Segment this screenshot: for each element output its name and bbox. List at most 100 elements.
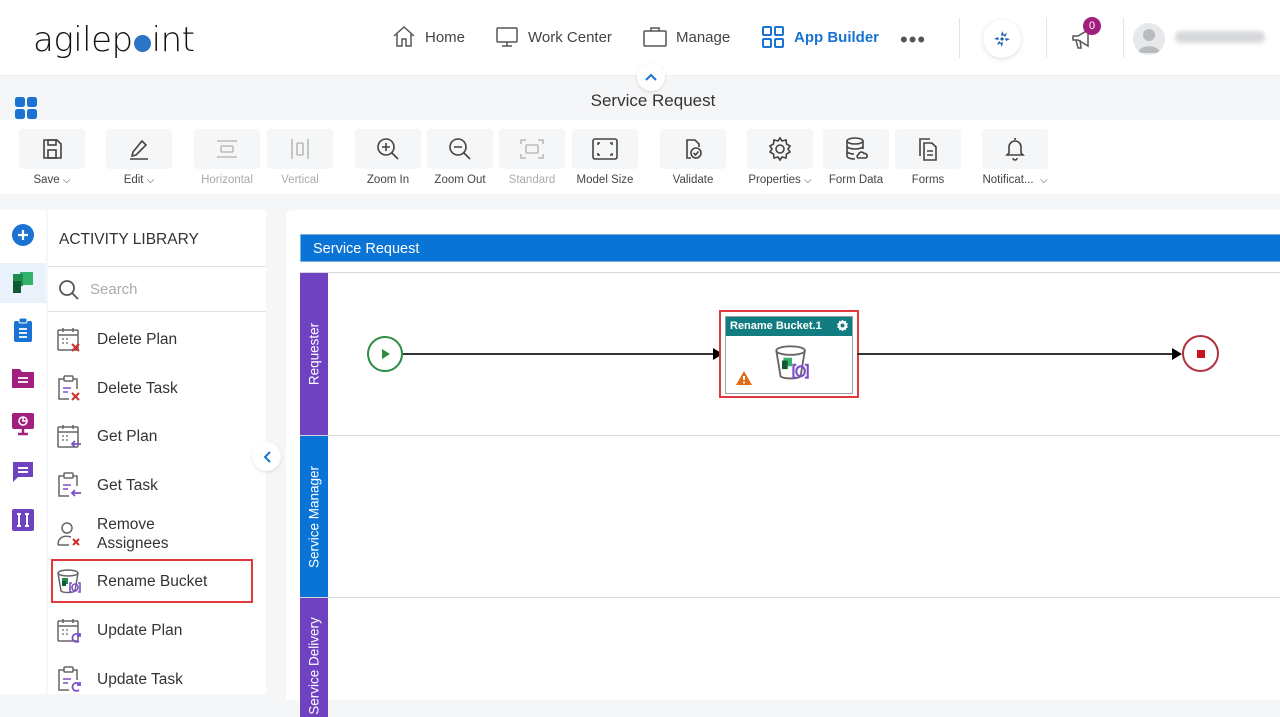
designer-toolbar: Save ⌵ Edit ⌵ Horizontal Vertical Zoom I… [0,120,1280,194]
notifications-button[interactable]: Notificat... ⌵ [982,129,1048,186]
lane-label-service-delivery[interactable]: Service Delivery [300,598,328,717]
rail-tasks[interactable] [0,310,46,350]
lane-label-text: Service Delivery [306,617,322,715]
rail-planner[interactable] [0,263,46,303]
library-item-update-plan[interactable]: Update Plan [53,614,251,646]
ai-assistant-button[interactable] [983,20,1021,58]
divider [48,266,266,267]
update-task-icon [58,666,81,692]
folder-icon [12,369,34,388]
forms-button[interactable]: Forms [895,129,961,186]
rail-messages[interactable] [0,452,46,492]
standard-button[interactable]: Standard [499,129,565,186]
library-item-remove-assignees[interactable]: Remove Assignees [53,515,251,553]
form-data-label: Form Data [828,174,884,186]
library-item-get-task[interactable]: Get Task [53,469,251,501]
chat-icon [13,462,33,482]
user-icon [1138,29,1160,53]
search-icon [59,279,79,300]
briefcase-icon [643,27,667,47]
activity-rename-bucket[interactable]: Rename Bucket.1 [719,310,859,398]
rail-integrations[interactable] [0,500,46,540]
horizontal-icon [217,140,237,158]
zoom-in-button[interactable]: Zoom In [355,129,421,186]
rename-bucket-activity-icon [775,345,809,380]
properties-button[interactable]: Properties ⌵ [747,129,813,186]
standard-icon [520,139,544,159]
zoom-out-button[interactable]: Zoom Out [427,129,493,186]
bell-icon [1005,138,1025,161]
save-button[interactable]: Save ⌵ [19,129,85,186]
library-search-input[interactable] [90,281,240,298]
rail-add[interactable] [0,215,46,255]
library-item-get-plan[interactable]: Get Plan [53,420,251,452]
library-item-rename-bucket[interactable]: Rename Bucket [51,559,253,603]
nav-work-center[interactable]: Work Center [494,24,612,50]
get-task-icon [58,472,81,497]
library-item-delete-task[interactable]: Delete Task [53,372,251,404]
nav-home[interactable]: Home [391,24,465,50]
warning-icon[interactable] [735,370,753,386]
lane-label-service-manager[interactable]: Service Manager [300,436,328,597]
lane-label-requester[interactable]: Requester [300,273,328,435]
library-item-label: Rename Bucket [97,572,208,590]
logo-text-end: int [151,20,195,60]
library-item-label: Get Plan [97,427,158,445]
top-navigation-bar: agilep int Home Work Center Manage App Bu… [0,0,1280,76]
gear-icon [768,136,792,162]
model-size-button[interactable]: Model Size [572,129,638,186]
collapse-library-button[interactable] [252,442,281,471]
start-event[interactable] [367,336,403,372]
nav-app-builder[interactable]: App Builder [760,24,879,50]
edit-button[interactable]: Edit ⌵ [106,129,172,186]
user-name-blurred[interactable] [1175,31,1265,43]
library-item-label: Get Task [97,476,158,494]
library-item-delete-plan[interactable]: Delete Plan [53,323,251,355]
sequence-flow[interactable] [403,353,715,355]
lane-service-delivery[interactable]: Service Delivery [300,597,1280,717]
delete-plan-icon [57,328,80,352]
horizontal-button[interactable]: Horizontal [194,129,260,186]
save-icon [43,139,62,159]
arrowhead-icon [1172,348,1182,360]
chevron-left-icon [263,450,271,463]
activity-settings-icon[interactable] [836,319,849,332]
divider [959,18,960,58]
vertical-button[interactable]: Vertical [267,129,333,186]
properties-label: Properties [748,174,801,186]
activity-category-rail [0,210,46,694]
validate-icon [686,139,702,159]
agilepoint-logo[interactable]: agilep int [33,20,195,60]
rail-documents[interactable] [0,358,46,398]
validate-label: Validate [672,174,714,186]
clipboard-icon [14,317,32,342]
get-plan-icon [57,425,81,448]
zoom-out-label: Zoom Out [434,174,486,186]
nav-manage-label: Manage [676,28,731,46]
database-icon [846,137,868,160]
lane-service-manager[interactable]: Service Manager [300,435,1280,597]
zoom-out-icon [449,138,471,160]
divider [1123,18,1124,58]
form-data-button[interactable]: Form Data [823,129,889,186]
pool-header[interactable]: Service Request [300,234,1280,262]
end-event[interactable] [1182,335,1219,372]
chevron-down-icon: ⌵ [62,175,71,186]
play-icon [382,349,390,359]
library-item-update-task[interactable]: Update Task [53,663,251,695]
horizontal-label: Horizontal [201,174,253,186]
chevron-down-icon: ⌵ [1039,175,1048,186]
validate-button[interactable]: Validate [660,129,726,186]
rail-reports[interactable] [0,404,46,444]
save-label: Save [33,174,60,186]
collapse-header-button[interactable] [637,63,665,91]
library-item-label: Delete Plan [97,330,178,348]
sequence-flow[interactable] [857,353,1175,355]
monitor-chart-icon [12,413,34,436]
user-avatar[interactable] [1133,23,1165,55]
nav-manage[interactable]: Manage [642,24,730,50]
more-menu-button[interactable]: ••• [900,27,926,53]
nav-work-center-label: Work Center [528,28,612,46]
chevron-down-icon: ⌵ [804,175,812,186]
lane-label-text: Requester [306,322,322,386]
